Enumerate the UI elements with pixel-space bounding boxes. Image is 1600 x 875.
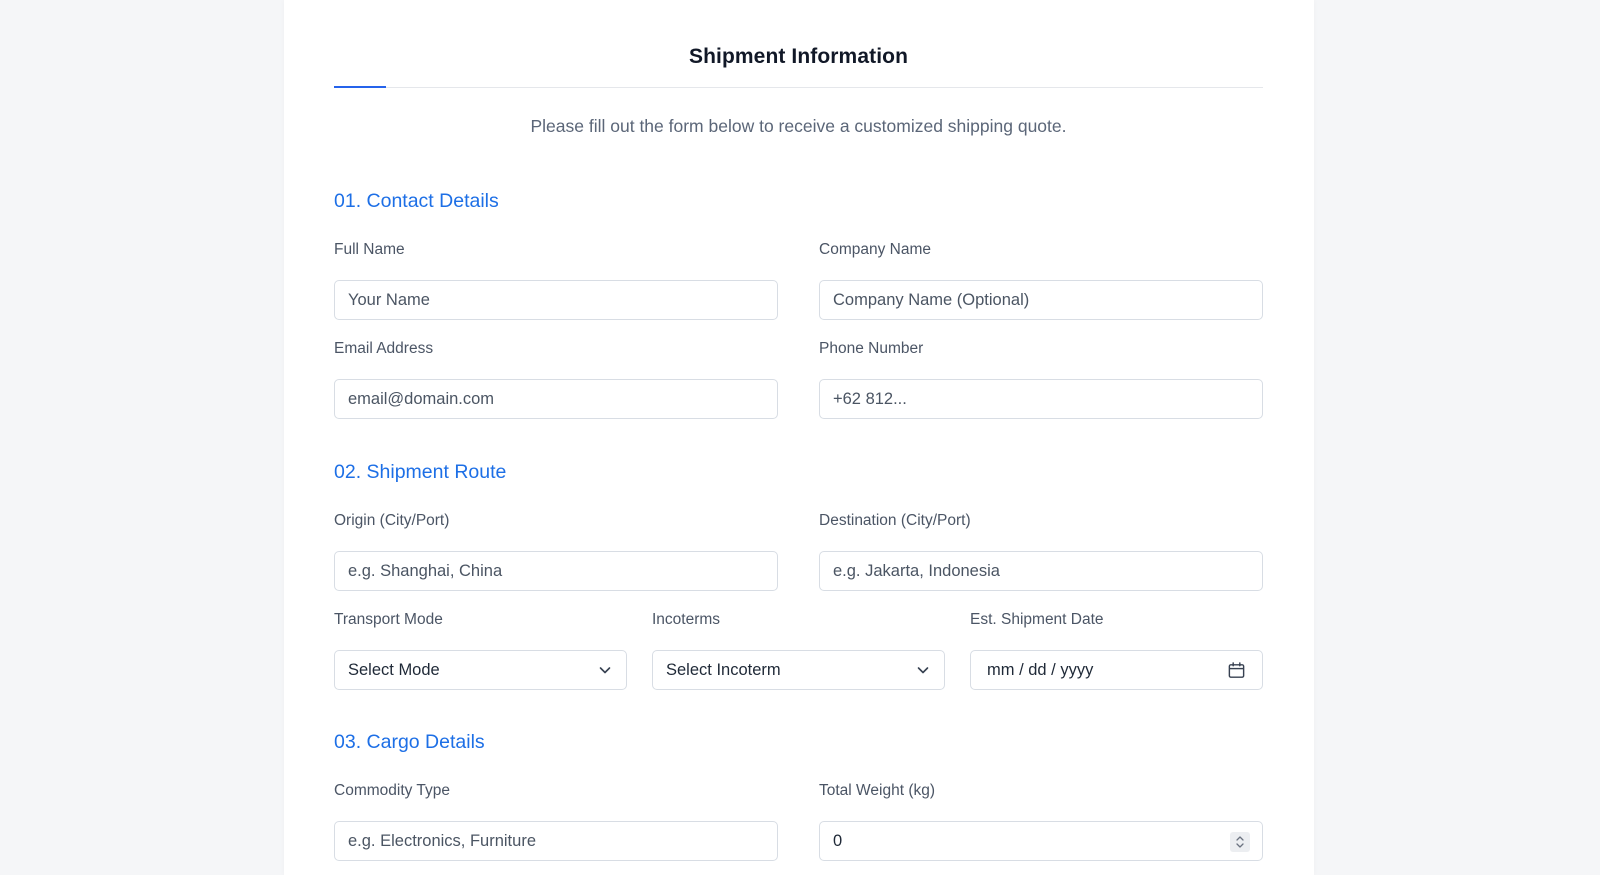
field-email: Email Address	[334, 338, 778, 419]
title-divider	[334, 87, 1263, 88]
email-label: Email Address	[334, 340, 434, 357]
shipment-date-label: Est. Shipment Date	[970, 611, 1104, 628]
commodity-label: Commodity Type	[334, 782, 451, 799]
incoterms-value: Select Incoterm	[666, 660, 781, 679]
full-name-input[interactable]	[334, 280, 778, 320]
phone-input[interactable]	[819, 379, 1263, 419]
page-subtitle: Please fill out the form below to receiv…	[530, 116, 1067, 136]
full-name-label: Full Name	[334, 241, 405, 258]
title-accent-bar	[334, 86, 386, 88]
transport-mode-value: Select Mode	[348, 660, 440, 679]
field-shipment-date: Est. Shipment Date mm / dd / yyyy	[970, 609, 1263, 690]
weight-input[interactable]: 0	[819, 821, 1263, 861]
shipment-date-input[interactable]: mm / dd / yyyy	[970, 650, 1263, 690]
commodity-input[interactable]	[334, 821, 778, 861]
incoterms-label: Incoterms	[652, 611, 721, 628]
page-title: Shipment Information	[689, 45, 908, 68]
calendar-icon[interactable]	[1227, 661, 1246, 680]
email-input[interactable]	[334, 379, 778, 419]
chevron-down-icon	[599, 667, 611, 674]
origin-input[interactable]	[334, 551, 778, 591]
company-name-label: Company Name	[819, 241, 931, 258]
company-name-input[interactable]	[819, 280, 1263, 320]
field-commodity: Commodity Type	[334, 780, 778, 861]
destination-label: Destination (City/Port)	[819, 512, 971, 529]
transport-mode-select[interactable]: Select Mode	[334, 650, 627, 690]
origin-label: Origin (City/Port)	[334, 512, 450, 529]
incoterms-select[interactable]: Select Incoterm	[652, 650, 945, 690]
section-title-cargo: 03. Cargo Details	[334, 731, 485, 753]
shipment-date-value: mm / dd / yyyy	[987, 660, 1094, 679]
transport-mode-label: Transport Mode	[334, 611, 443, 628]
field-origin: Origin (City/Port)	[334, 510, 778, 591]
chevron-down-icon	[917, 667, 929, 674]
spinner-icon[interactable]	[1230, 832, 1250, 852]
field-destination: Destination (City/Port)	[819, 510, 1263, 591]
section-title-route: 02. Shipment Route	[334, 461, 507, 483]
weight-label: Total Weight (kg)	[819, 782, 936, 799]
section-title-contact: 01. Contact Details	[334, 190, 499, 212]
weight-value: 0	[833, 831, 843, 850]
field-company-name: Company Name	[819, 239, 1263, 320]
form-card: Shipment Information Please fill out the…	[284, 0, 1314, 875]
field-transport-mode: Transport Mode Select Mode	[334, 609, 627, 690]
field-phone: Phone Number	[819, 338, 1263, 419]
field-incoterms: Incoterms Select Incoterm	[652, 609, 945, 690]
field-full-name: Full Name	[334, 239, 778, 320]
field-weight: Total Weight (kg) 0	[819, 780, 1263, 861]
destination-input[interactable]	[819, 551, 1263, 591]
phone-label: Phone Number	[819, 340, 924, 357]
